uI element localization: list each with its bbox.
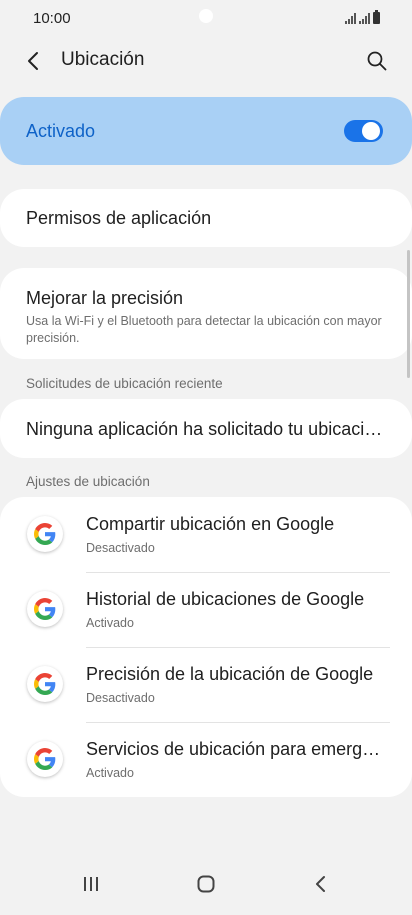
master-switch-label: Activado bbox=[26, 121, 96, 141]
home-button[interactable] bbox=[188, 869, 224, 899]
setting-title: Historial de ubicaciones de Google bbox=[86, 589, 365, 609]
app-bar: Ubicación bbox=[0, 38, 412, 82]
improve-accuracy-subtitle: Usa la Wi-Fi y el Bluetooth para detecta… bbox=[26, 314, 382, 345]
setting-status: Desactivado bbox=[86, 541, 155, 555]
setting-share-location[interactable]: Compartir ubicación en Google Desactivad… bbox=[0, 497, 412, 572]
nav-back-button[interactable] bbox=[303, 869, 339, 899]
status-time: 10:00 bbox=[33, 10, 71, 27]
improve-accuracy-item[interactable]: Mejorar la precisión Usa la Wi-Fi y el B… bbox=[0, 268, 412, 359]
setting-status: Activado bbox=[86, 766, 134, 780]
recent-requests-card: Ninguna aplicación ha solicitado tu ubic… bbox=[0, 399, 412, 458]
app-permissions-item[interactable]: Permisos de aplicación bbox=[0, 189, 412, 247]
search-button[interactable] bbox=[362, 46, 392, 76]
setting-location-history[interactable]: Historial de ubicaciones de Google Activ… bbox=[0, 572, 412, 647]
signal-icon bbox=[345, 12, 356, 24]
improve-accuracy-title: Mejorar la precisión bbox=[26, 288, 184, 308]
google-icon bbox=[27, 516, 63, 552]
signal-icon bbox=[359, 12, 370, 24]
search-icon bbox=[367, 51, 387, 71]
recents-icon bbox=[84, 877, 98, 891]
back-button[interactable] bbox=[18, 46, 48, 76]
location-settings-card: Compartir ubicación en Google Desactivad… bbox=[0, 497, 412, 797]
setting-title: Compartir ubicación en Google bbox=[86, 514, 335, 534]
home-icon bbox=[197, 875, 215, 893]
status-bar: 10:00 bbox=[0, 0, 412, 36]
google-icon bbox=[27, 741, 63, 777]
battery-icon bbox=[373, 10, 380, 24]
recents-button[interactable] bbox=[73, 869, 109, 899]
status-icons bbox=[345, 10, 380, 24]
setting-emergency-location[interactable]: Servicios de ubicación para emergencias … bbox=[0, 722, 412, 797]
toggle-knob bbox=[362, 122, 380, 140]
location-master-switch-row[interactable]: Activado bbox=[0, 97, 412, 165]
recent-requests-header: Solicitudes de ubicación reciente bbox=[26, 376, 223, 391]
location-settings-header: Ajustes de ubicación bbox=[26, 474, 150, 489]
google-icon bbox=[27, 666, 63, 702]
page-title: Ubicación bbox=[61, 49, 145, 70]
setting-status: Activado bbox=[86, 616, 134, 630]
recent-requests-text: Ninguna aplicación ha solicitado tu ubic… bbox=[26, 419, 384, 439]
camera-cutout bbox=[199, 9, 213, 23]
setting-location-accuracy[interactable]: Precisión de la ubicación de Google Desa… bbox=[0, 647, 412, 722]
app-permissions-title: Permisos de aplicación bbox=[26, 208, 212, 228]
location-toggle-switch[interactable] bbox=[344, 120, 383, 142]
navigation-bar bbox=[0, 855, 412, 915]
back-icon bbox=[316, 876, 325, 892]
setting-title: Servicios de ubicación para emergencias bbox=[86, 739, 384, 759]
chevron-left-icon bbox=[28, 52, 38, 70]
setting-status: Desactivado bbox=[86, 691, 155, 705]
google-icon bbox=[27, 591, 63, 627]
setting-title: Precisión de la ubicación de Google bbox=[86, 664, 374, 684]
scroll-indicator[interactable] bbox=[407, 250, 410, 378]
